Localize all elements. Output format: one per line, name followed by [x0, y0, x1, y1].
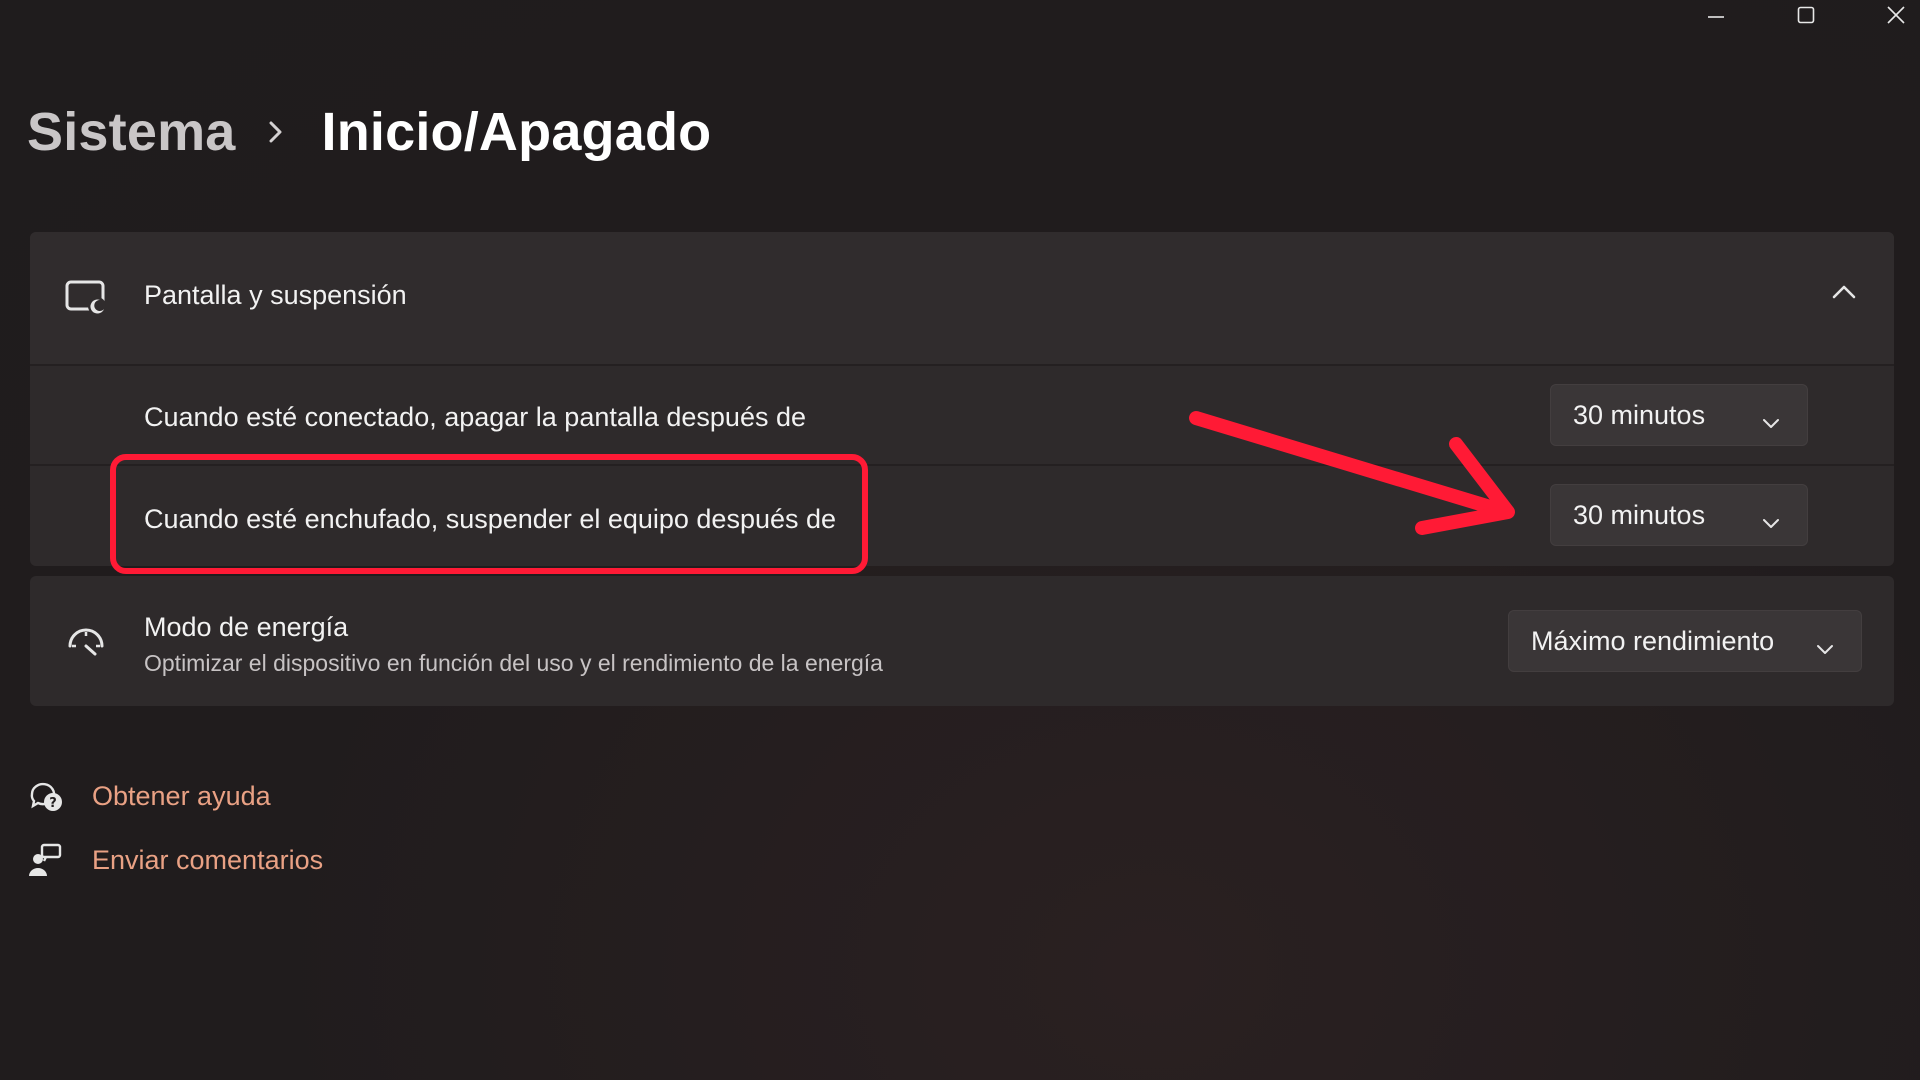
display-sleep-header[interactable]: Pantalla y suspensión: [30, 232, 1894, 364]
close-icon: [1887, 6, 1905, 24]
power-mode-value: Máximo rendimiento: [1531, 625, 1775, 656]
minimize-icon: [1708, 16, 1724, 18]
help-link[interactable]: ? Obtener ayuda: [26, 776, 271, 816]
screen-off-value: 30 minutos: [1573, 399, 1706, 430]
maximize-icon: [1797, 6, 1815, 24]
display-sleep-icon: [64, 278, 108, 323]
settings-window: Sistema Inicio/Apagado Pantalla y suspen…: [0, 0, 1920, 1080]
screen-off-dropdown[interactable]: 30 minutos: [1550, 384, 1808, 446]
feedback-icon: [26, 840, 66, 880]
chevron-up-icon[interactable]: [1830, 282, 1858, 307]
power-mode-description: Optimizar el dispositivo en función del …: [144, 650, 883, 676]
svg-text:?: ?: [49, 796, 57, 811]
maximize-button[interactable]: [1776, 0, 1836, 30]
page-title: Inicio/Apagado: [321, 102, 712, 162]
display-sleep-section: Pantalla y suspensión Cuando esté conect…: [30, 232, 1894, 566]
power-mode-gauge-icon: [64, 620, 108, 665]
minimize-button[interactable]: [1686, 0, 1746, 30]
help-chat-icon: ?: [26, 776, 66, 816]
chevron-down-icon: [1815, 633, 1835, 664]
chevron-down-icon: [1761, 507, 1781, 538]
power-mode-section: Modo de energía Optimizar el dispositivo…: [30, 576, 1894, 706]
display-sleep-title: Pantalla y suspensión: [144, 280, 407, 310]
sleep-value: 30 minutos: [1573, 499, 1706, 530]
close-button[interactable]: [1866, 0, 1920, 30]
chevron-right-icon: [266, 117, 286, 147]
feedback-link[interactable]: Enviar comentarios: [26, 840, 323, 880]
feedback-link-label[interactable]: Enviar comentarios: [92, 845, 323, 876]
screen-off-label: Cuando esté conectado, apagar la pantall…: [144, 402, 807, 432]
divider: [30, 464, 1894, 466]
sleep-label: Cuando esté enchufado, suspender el equi…: [144, 504, 837, 534]
sleep-dropdown[interactable]: 30 minutos: [1550, 484, 1808, 546]
help-link-label[interactable]: Obtener ayuda: [92, 781, 271, 812]
divider: [30, 364, 1894, 366]
chevron-down-icon: [1761, 407, 1781, 438]
power-mode-dropdown[interactable]: Máximo rendimiento: [1508, 610, 1862, 672]
power-mode-title: Modo de energía: [144, 612, 349, 642]
breadcrumb-parent-link[interactable]: Sistema: [27, 101, 236, 163]
breadcrumb: Sistema Inicio/Apagado: [27, 92, 711, 172]
